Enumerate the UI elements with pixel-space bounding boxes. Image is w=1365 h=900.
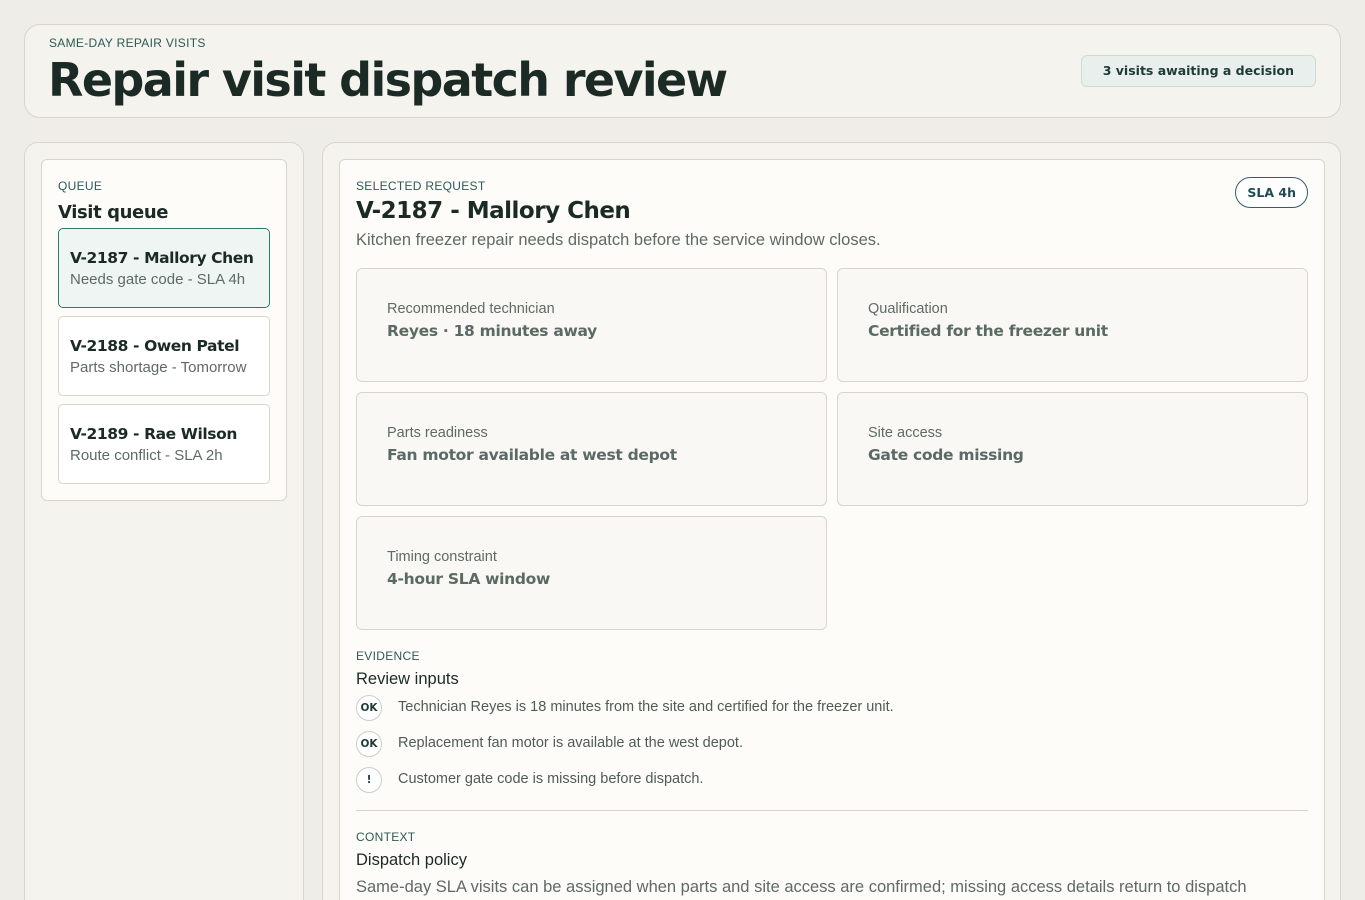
fact-card-qualification: Qualification Certified for the freezer …	[837, 268, 1308, 382]
warning-icon: !	[356, 767, 382, 793]
evidence-title: Review inputs	[356, 670, 459, 688]
left-column: QUEUE Visit queue V-2187 - Mallory Chen …	[24, 142, 304, 900]
evidence-item: OK Replacement fan motor is available at…	[356, 731, 1256, 757]
fact-label: Parts readiness	[387, 425, 488, 441]
request-summary: Kitchen freezer repair needs dispatch be…	[356, 231, 881, 249]
queue-item-title: V-2188 - Owen Patel	[70, 337, 240, 355]
fact-value: Gate code missing	[868, 446, 1024, 464]
queue-item-v-2187[interactable]: V-2187 - Mallory Chen Needs gate code - …	[58, 228, 270, 308]
evidence-item: OK Technician Reyes is 18 minutes from t…	[356, 695, 1256, 721]
check-ok-icon: OK	[356, 695, 382, 721]
check-ok-icon: OK	[356, 731, 382, 757]
context-title: Dispatch policy	[356, 851, 467, 869]
selected-eyebrow: SELECTED REQUEST	[356, 179, 486, 193]
page-title: Repair visit dispatch review	[48, 53, 728, 107]
fact-label: Recommended technician	[387, 301, 555, 317]
evidence-eyebrow: EVIDENCE	[356, 649, 420, 663]
visit-queue-panel: QUEUE Visit queue V-2187 - Mallory Chen …	[41, 159, 287, 501]
queue-eyebrow: QUEUE	[58, 179, 103, 193]
dispatch-policy-text: Same-day SLA visits can be assigned when…	[356, 878, 1247, 896]
awaiting-decision-badge: 3 visits awaiting a decision	[1080, 55, 1316, 87]
fact-label: Qualification	[868, 301, 948, 317]
queue-item-title: V-2187 - Mallory Chen	[70, 249, 254, 267]
selected-request-panel: SELECTED REQUEST V-2187 - Mallory Chen K…	[339, 159, 1325, 900]
fact-card-site-access: Site access Gate code missing	[837, 392, 1308, 506]
header-eyebrow: SAME-DAY REPAIR VISITS	[49, 36, 206, 50]
fact-label: Timing constraint	[387, 549, 497, 565]
queue-title: Visit queue	[58, 202, 169, 223]
queue-item-title: V-2189 - Rae Wilson	[70, 425, 238, 443]
evidence-text: Technician Reyes is 18 minutes from the …	[398, 699, 894, 715]
fact-card-timing: Timing constraint 4-hour SLA window	[356, 516, 827, 630]
fact-value: Reyes · 18 minutes away	[387, 322, 597, 340]
main-column: SELECTED REQUEST V-2187 - Mallory Chen K…	[322, 142, 1341, 900]
fact-value: 4-hour SLA window	[387, 570, 551, 588]
fact-value: Certified for the freezer unit	[868, 322, 1108, 340]
queue-item-subtitle: Needs gate code - SLA 4h	[70, 271, 246, 288]
evidence-item: ! Customer gate code is missing before d…	[356, 767, 1256, 793]
queue-item-subtitle: Parts shortage - Tomorrow	[70, 359, 247, 376]
section-divider	[356, 810, 1308, 811]
queue-item-v-2189[interactable]: V-2189 - Rae Wilson Route conflict - SLA…	[58, 404, 270, 484]
context-eyebrow: CONTEXT	[356, 830, 416, 844]
fact-value: Fan motor available at west depot	[387, 446, 677, 464]
sla-badge: SLA 4h	[1235, 177, 1308, 208]
fact-label: Site access	[868, 425, 943, 441]
evidence-text: Customer gate code is missing before dis…	[398, 771, 704, 787]
queue-item-subtitle: Route conflict - SLA 2h	[70, 447, 223, 464]
page-header: SAME-DAY REPAIR VISITS Repair visit disp…	[24, 24, 1341, 118]
queue-item-v-2188[interactable]: V-2188 - Owen Patel Parts shortage - Tom…	[58, 316, 270, 396]
fact-card-technician: Recommended technician Reyes · 18 minute…	[356, 268, 827, 382]
request-title: V-2187 - Mallory Chen	[356, 198, 631, 224]
fact-card-parts: Parts readiness Fan motor available at w…	[356, 392, 827, 506]
evidence-text: Replacement fan motor is available at th…	[398, 735, 743, 751]
